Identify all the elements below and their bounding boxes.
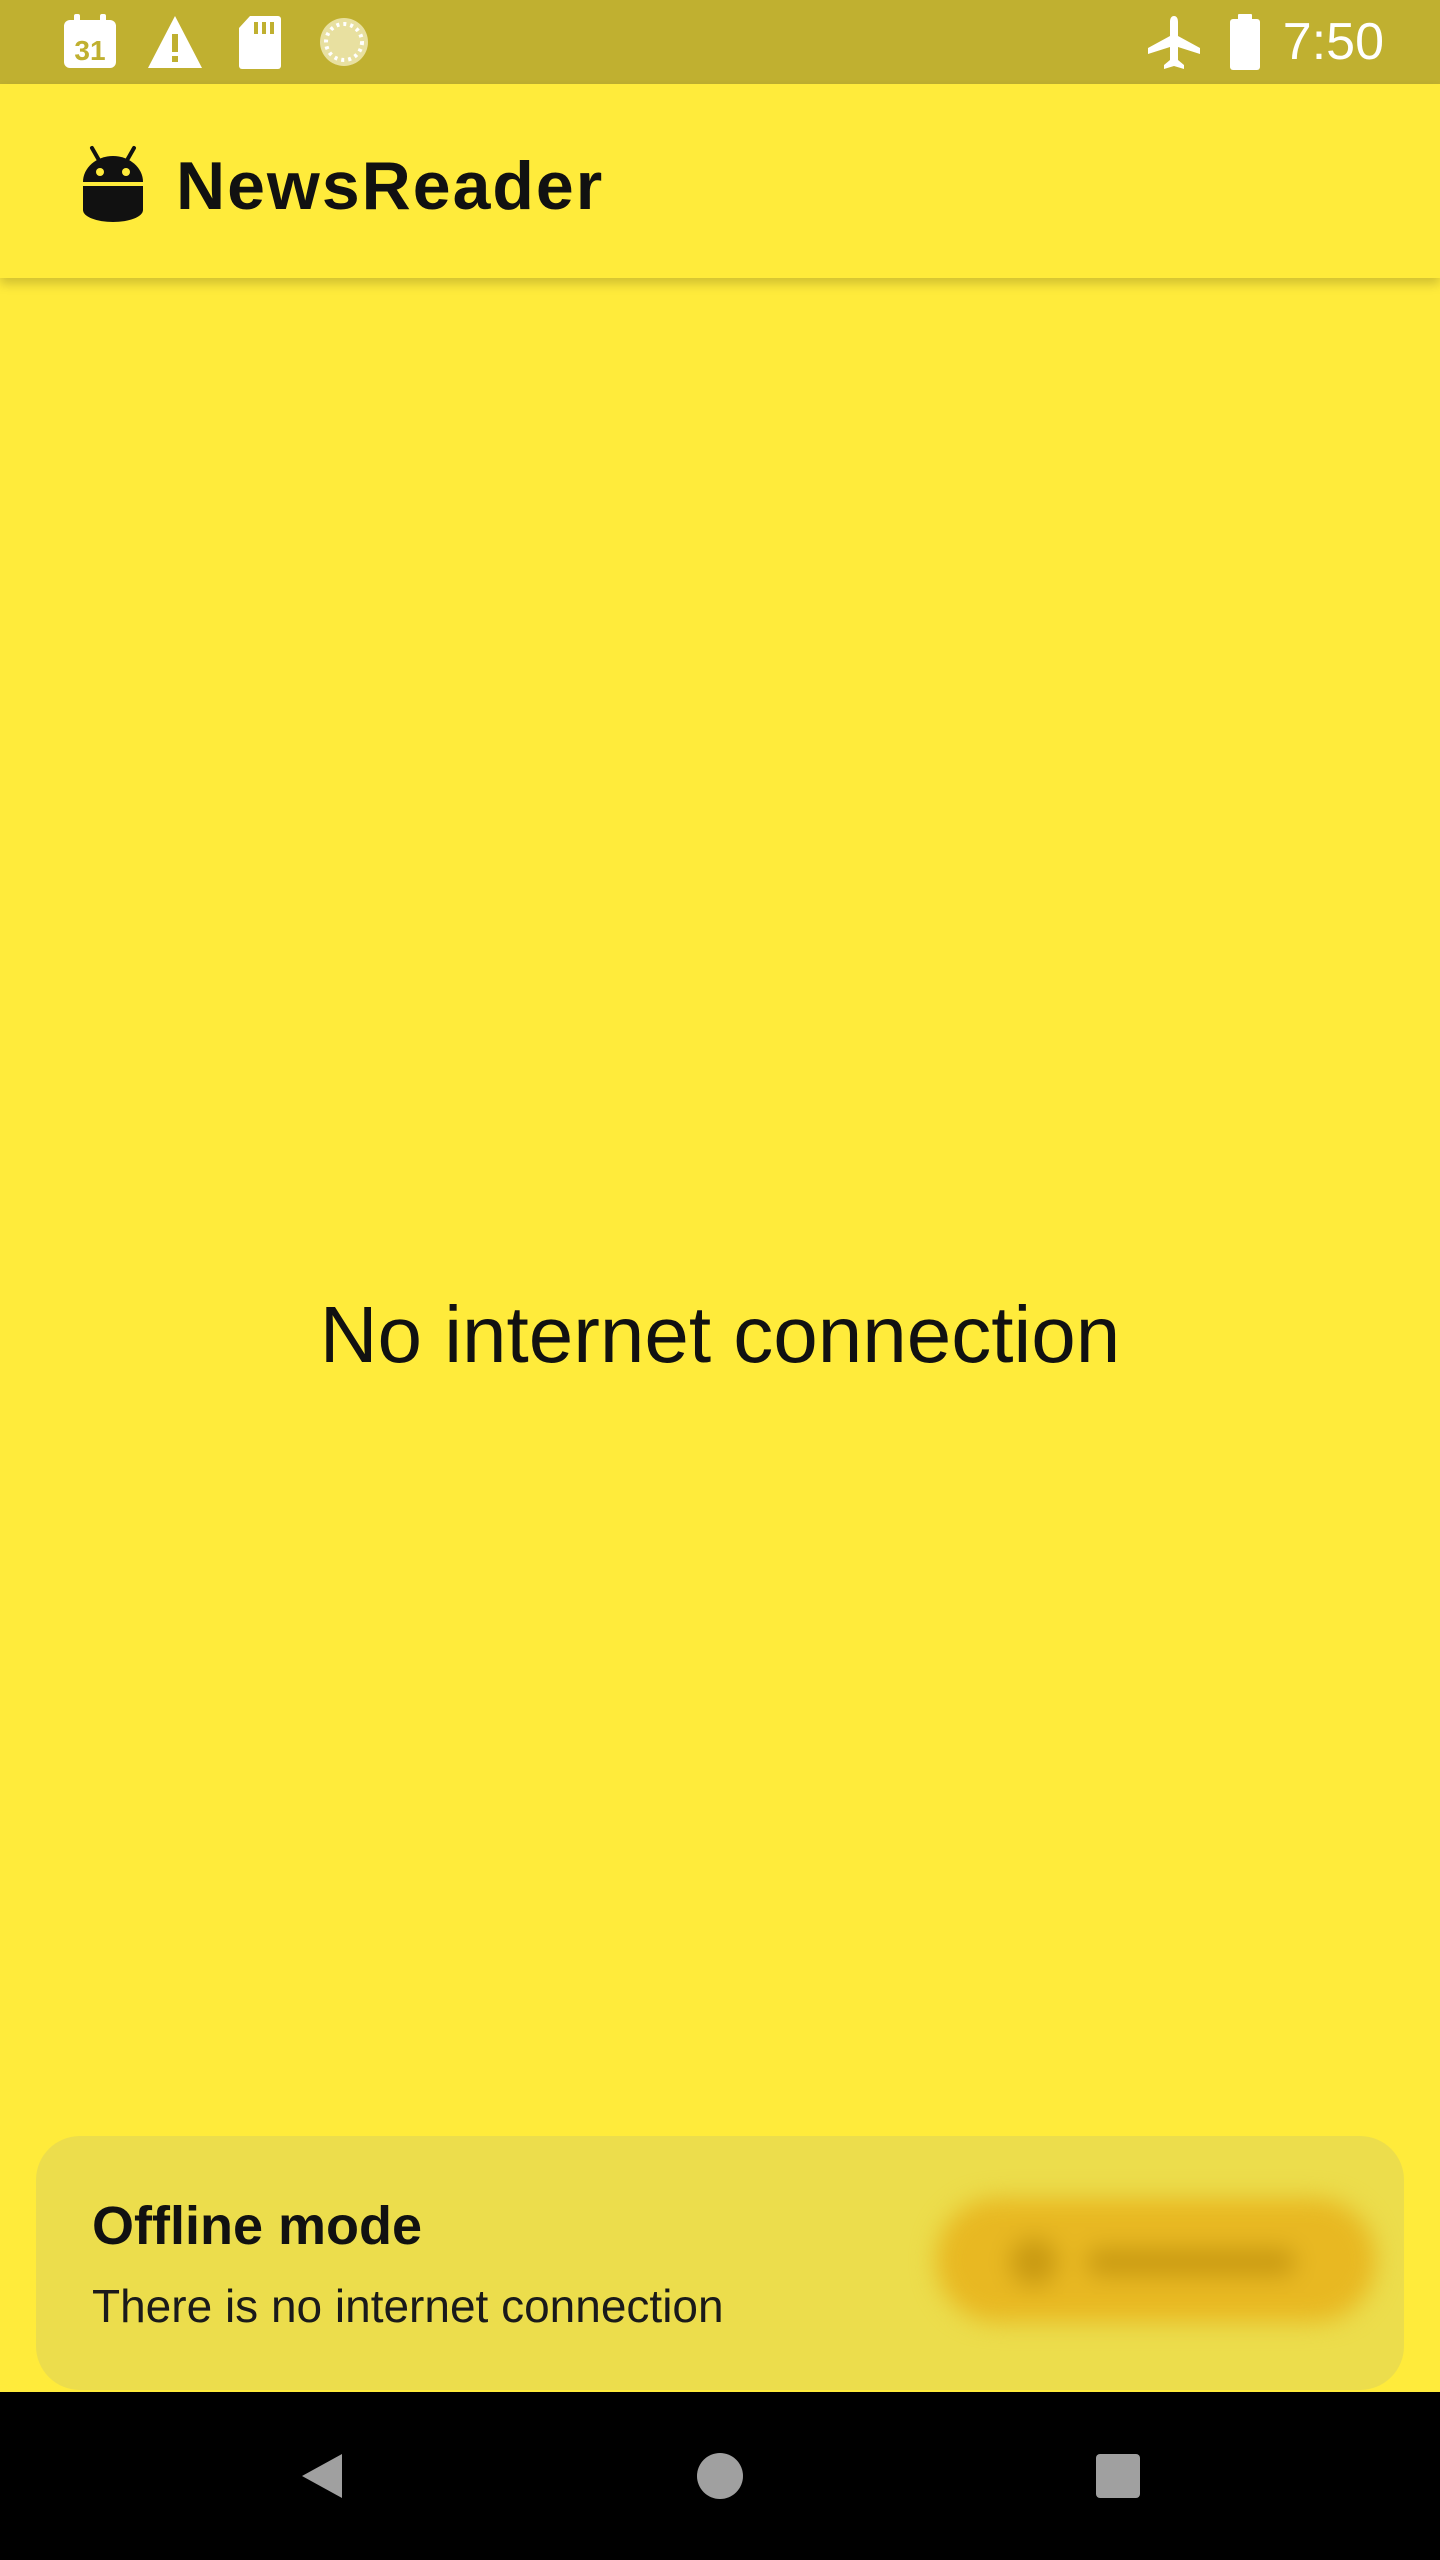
loading-spinner-icon xyxy=(320,18,368,66)
back-icon[interactable] xyxy=(280,2434,364,2518)
snackbar-message: There is no internet connection xyxy=(92,2280,724,2332)
battery-icon xyxy=(1230,14,1260,70)
snackbar-action-label xyxy=(1086,2248,1296,2276)
app-title: NewsReader xyxy=(176,148,605,224)
warning-icon xyxy=(148,16,202,68)
calendar-icon: 31 xyxy=(64,14,116,68)
offline-snackbar: Offline mode There is no internet connec… xyxy=(36,2136,1404,2390)
home-icon[interactable] xyxy=(678,2434,762,2518)
snackbar-title: Offline mode xyxy=(92,2196,423,2256)
sd-card-icon xyxy=(239,16,281,69)
navigation-bar xyxy=(0,2392,1440,2560)
status-time: 7:50 xyxy=(1282,13,1384,71)
status-bar: 31 7:50 xyxy=(0,0,1440,84)
snackbar-action-icon xyxy=(1010,2238,1058,2286)
snackbar-action-button[interactable] xyxy=(936,2198,1376,2322)
recents-icon[interactable] xyxy=(1076,2434,1160,2518)
airplane-mode-icon xyxy=(1148,16,1200,69)
calendar-date: 31 xyxy=(74,35,105,66)
app-bar: NewsReader xyxy=(0,84,1440,278)
no-connection-message: No internet connection xyxy=(319,1290,1121,1379)
android-robot-icon xyxy=(83,146,143,222)
